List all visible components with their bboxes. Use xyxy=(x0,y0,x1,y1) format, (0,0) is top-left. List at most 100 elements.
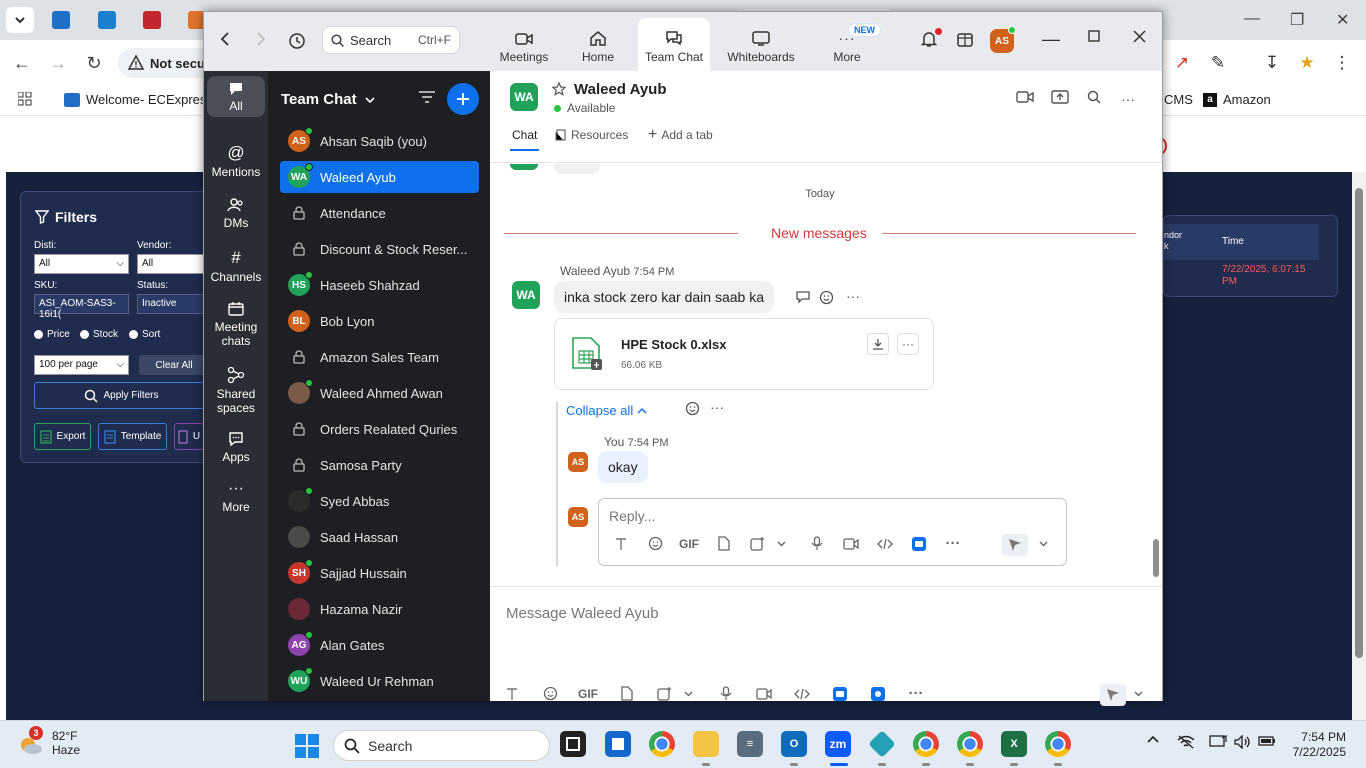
chat-list-item[interactable]: AG Alan Gates xyxy=(280,629,479,661)
chrome-profile-2-icon[interactable] xyxy=(913,731,939,757)
video-message-icon[interactable] xyxy=(747,687,781,700)
chat-list-item[interactable]: Amazon Sales Team xyxy=(280,341,479,373)
add-tab-button[interactable]: + Add a tab xyxy=(648,127,713,143)
reply-thread-icon[interactable] xyxy=(795,290,811,304)
apps-window-icon[interactable] xyxy=(956,30,974,48)
rail-item-meeting-chats[interactable]: Meeting chats xyxy=(207,301,265,348)
forward-chevron-icon[interactable] xyxy=(256,32,266,46)
extensions-puzzle-icon[interactable]: ✎ xyxy=(1208,53,1228,73)
show-hidden-icons-chevron-icon[interactable] xyxy=(1147,735,1159,743)
chat-list-item[interactable]: Hazama Nazir xyxy=(280,593,479,625)
browser-maximize-icon[interactable]: ❐ xyxy=(1290,10,1304,30)
thread-reply-box[interactable]: Reply... GIF ··· xyxy=(598,498,1067,566)
gif-icon[interactable]: GIF xyxy=(571,687,605,701)
format-text-icon[interactable] xyxy=(495,687,529,701)
code-snippet-icon[interactable] xyxy=(785,688,819,700)
system-clock[interactable]: 7:54 PM 7/22/2025 xyxy=(1282,730,1346,760)
network-disconnected-icon[interactable] xyxy=(1177,735,1195,749)
collapse-all-button[interactable]: Collapse all xyxy=(566,403,647,418)
chat-list-item[interactable]: WA Waleed Ayub xyxy=(280,161,479,193)
calculator-icon[interactable]: ≡ xyxy=(737,731,763,757)
clear-all-button[interactable]: Clear All xyxy=(139,355,209,375)
sort-sort-radio[interactable]: Sort xyxy=(129,329,160,340)
microphone-icon[interactable] xyxy=(709,686,743,701)
chat-list-title[interactable]: Team Chat xyxy=(281,91,375,108)
app-integration-icon[interactable] xyxy=(902,536,936,551)
video-message-icon[interactable] xyxy=(834,537,868,550)
chat-list-item[interactable]: Orders Realated Quries xyxy=(280,413,479,445)
zoom-app-icon[interactable]: zm xyxy=(825,731,851,757)
rail-item-apps[interactable]: Apps xyxy=(207,431,265,464)
video-call-icon[interactable] xyxy=(1016,90,1034,104)
chat-list-item[interactable]: Saad Hassan xyxy=(280,521,479,553)
code-snippet-icon[interactable] xyxy=(868,538,902,550)
taskbar-search[interactable]: Search xyxy=(333,730,550,761)
tab-resources[interactable]: Resources xyxy=(555,128,628,142)
gif-icon[interactable]: GIF xyxy=(672,537,706,551)
windows-start-icon[interactable] xyxy=(294,733,320,759)
upload-button[interactable]: U xyxy=(174,423,204,450)
download-file-button[interactable] xyxy=(867,333,889,355)
chevron-down-icon[interactable] xyxy=(774,541,788,547)
reply-avatar[interactable]: AS xyxy=(568,452,588,472)
browser-menu-icon[interactable]: ⋮ xyxy=(1332,53,1352,73)
sort-stock-radio[interactable]: Stock xyxy=(80,329,118,340)
sender-avatar[interactable]: WA xyxy=(512,281,540,309)
vendor-select[interactable]: All xyxy=(137,254,207,274)
template-button[interactable]: Template xyxy=(98,423,167,450)
message-scrollbar-thumb[interactable] xyxy=(1153,539,1159,577)
outlook-icon[interactable]: O xyxy=(781,731,807,757)
apply-filters-button[interactable]: Apply Filters xyxy=(34,382,209,409)
forward-arrow-icon[interactable]: → xyxy=(49,54,67,72)
filter-icon[interactable] xyxy=(418,90,436,104)
per-page-select[interactable]: 100 per page ⌵ xyxy=(34,355,129,375)
format-text-icon[interactable] xyxy=(604,537,638,551)
whiteboard-share-icon[interactable] xyxy=(861,686,895,701)
rail-item-channels[interactable]: # Channels xyxy=(207,249,265,285)
zoom-search-box[interactable]: Search Ctrl+F xyxy=(322,26,460,54)
page-scrollbar-thumb[interactable] xyxy=(1355,188,1363,658)
send-options-chevron-icon[interactable] xyxy=(1134,691,1143,697)
tab-chat[interactable]: Chat xyxy=(509,128,540,151)
chat-list-item[interactable]: SH Sajjad Hussain xyxy=(280,557,479,589)
screenshot-icon[interactable] xyxy=(740,536,774,551)
bookmark-ecexpress[interactable]: Welcome- ECExpres xyxy=(64,92,206,107)
screenshot-icon[interactable] xyxy=(647,686,681,701)
chat-list-item[interactable]: Waleed Ahmed Awan xyxy=(280,377,479,409)
task-view-icon[interactable] xyxy=(560,731,586,757)
rail-item-dms[interactable]: DMs xyxy=(207,197,265,230)
file-attachment-card[interactable]: HPE Stock 0.xlsx 66.06 KB ··· xyxy=(554,318,934,390)
file-name[interactable]: HPE Stock 0.xlsx xyxy=(621,337,727,352)
more-icon[interactable]: ··· xyxy=(899,685,933,702)
reload-icon[interactable]: ↻ xyxy=(85,54,103,72)
more-options-icon[interactable]: ··· xyxy=(1121,91,1135,107)
sort-price-radio[interactable]: Price xyxy=(34,329,70,340)
page-scrollbar[interactable] xyxy=(1352,172,1366,720)
microsoft-store-icon[interactable] xyxy=(605,731,631,757)
bookmark-amazon[interactable]: a Amazon xyxy=(1203,92,1271,107)
file-explorer-icon[interactable] xyxy=(693,731,719,757)
chrome-profile-4-icon[interactable] xyxy=(1045,731,1071,757)
download-icon[interactable]: ↧ xyxy=(1262,53,1282,73)
rail-item-more[interactable]: ··· More xyxy=(207,481,265,515)
new-chat-button[interactable] xyxy=(447,83,479,115)
excel-icon[interactable]: X xyxy=(1001,731,1027,757)
profile-extension-icon[interactable]: ★ xyxy=(1297,53,1317,73)
tab-favicon-red[interactable] xyxy=(143,11,161,29)
chat-list-item[interactable]: Attendance xyxy=(280,197,479,229)
chevron-down-icon[interactable] xyxy=(681,691,695,697)
reply-bubble[interactable]: okay xyxy=(598,451,648,483)
browser-close-icon[interactable]: ✕ xyxy=(1336,10,1349,30)
tab-favicon-app[interactable] xyxy=(98,11,116,29)
apps-grid-icon[interactable] xyxy=(18,92,32,106)
chrome-profile-3-icon[interactable] xyxy=(957,731,983,757)
emoji-icon[interactable] xyxy=(533,686,567,701)
maximize-icon[interactable] xyxy=(1088,30,1100,42)
chat-list-item[interactable]: Discount & Stock Reser... xyxy=(280,233,479,265)
add-reaction-icon[interactable] xyxy=(685,400,701,416)
weather-widget[interactable]: 3 82°F Haze xyxy=(16,726,80,757)
rail-item-all[interactable]: All xyxy=(207,76,265,117)
message-composer[interactable]: Message Waleed Ayub GIF ··· xyxy=(490,586,1162,706)
message-bubble[interactable]: inka stock zero kar dain saab ka xyxy=(554,281,774,313)
tab-whiteboards[interactable]: Whiteboards xyxy=(722,18,800,71)
